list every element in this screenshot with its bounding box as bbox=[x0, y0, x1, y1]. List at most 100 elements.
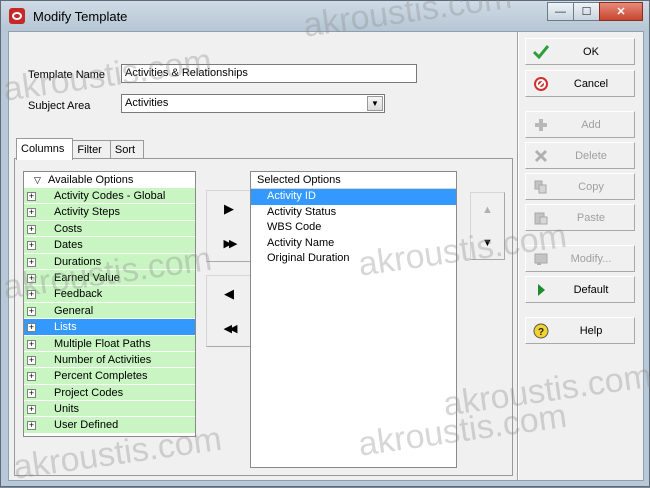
pane-divider bbox=[517, 32, 519, 480]
help-label: Help bbox=[579, 324, 603, 337]
selected-options-header: Selected Options bbox=[251, 172, 456, 189]
template-name-label: Template Name bbox=[28, 69, 106, 81]
move-up-button[interactable]: ▲ bbox=[471, 193, 504, 226]
window-controls: — ☐ ✕ bbox=[547, 2, 643, 22]
remove-selected-button[interactable]: ◀ bbox=[207, 276, 251, 311]
maximize-button[interactable]: ☐ bbox=[573, 2, 600, 21]
selected-options-rows: Activity ID Activity Status WBS Code Activi… bbox=[251, 189, 456, 267]
modify-template-window: Modify Template — ☐ ✕ Template Name Acti… bbox=[0, 0, 650, 487]
template-tabs: Columns Filter Sort bbox=[16, 138, 145, 160]
available-option-row[interactable]: + User Defined bbox=[24, 417, 195, 434]
expand-plus-icon[interactable]: + bbox=[27, 372, 36, 382]
delete-button[interactable]: Delete bbox=[525, 142, 635, 169]
available-option-row[interactable]: + Multiple Float Paths bbox=[24, 335, 195, 352]
subject-area-value: Activities bbox=[125, 97, 169, 109]
collapse-icon[interactable]: ▽ bbox=[34, 172, 48, 188]
available-option-label: Dates bbox=[54, 239, 83, 252]
chevron-down-icon[interactable]: ▼ bbox=[367, 96, 383, 111]
action-buttons-pane: OK Cancel Add Delete Copy Paste Modify..… bbox=[521, 32, 643, 480]
available-options-header[interactable]: ▽ Available Options bbox=[24, 172, 195, 188]
selected-option-row[interactable]: Original Duration bbox=[251, 251, 456, 267]
selected-option-row[interactable]: Activity Name bbox=[251, 236, 456, 252]
available-option-label: Number of Activities bbox=[54, 353, 152, 366]
selected-option-row[interactable]: WBS Code bbox=[251, 220, 456, 236]
subject-area-label: Subject Area bbox=[28, 100, 91, 112]
ok-button[interactable]: OK bbox=[525, 38, 635, 65]
expand-plus-icon[interactable]: + bbox=[27, 339, 36, 349]
selected-options-list[interactable]: Selected Options Activity ID Activity Sta… bbox=[250, 171, 457, 468]
modify-icon bbox=[526, 252, 556, 266]
expand-plus-icon[interactable]: + bbox=[27, 405, 36, 415]
ok-label: OK bbox=[583, 45, 599, 58]
copy-label: Copy bbox=[578, 180, 604, 193]
available-option-label: Earned Value bbox=[54, 271, 120, 284]
available-option-row[interactable]: + Number of Activities bbox=[24, 351, 195, 369]
available-option-label: Multiple Float Paths bbox=[54, 337, 151, 350]
expand-plus-icon[interactable]: + bbox=[27, 192, 36, 201]
default-label: Default bbox=[573, 283, 609, 296]
expand-plus-icon[interactable]: + bbox=[27, 355, 36, 365]
expand-plus-icon[interactable]: + bbox=[27, 257, 36, 267]
delete-label: Delete bbox=[575, 149, 607, 162]
columns-tab-panel: ▽ Available Options + Activity Codes - Glo… bbox=[14, 158, 513, 476]
dialog-body: Template Name Activities & Relationships… bbox=[8, 31, 644, 481]
available-options-list[interactable]: ▽ Available Options + Activity Codes - Glo… bbox=[23, 171, 196, 437]
tab-filter[interactable]: Filter bbox=[72, 140, 111, 160]
add-selected-button[interactable]: ▶ bbox=[207, 191, 251, 226]
available-option-label: Activity Steps bbox=[54, 206, 121, 219]
available-option-row[interactable]: + Costs bbox=[24, 220, 195, 238]
template-name-input[interactable]: Activities & Relationships bbox=[121, 64, 417, 83]
available-option-row[interactable]: + Units bbox=[24, 401, 195, 418]
paste-icon bbox=[526, 211, 556, 225]
help-button[interactable]: ? Help bbox=[525, 317, 635, 344]
available-option-row[interactable]: + Lists bbox=[24, 319, 195, 336]
available-option-row[interactable]: + Durations bbox=[24, 253, 195, 270]
available-option-label: Project Codes bbox=[54, 386, 124, 399]
tab-columns[interactable]: Columns bbox=[16, 138, 74, 160]
expand-plus-icon[interactable]: + bbox=[27, 323, 36, 333]
svg-text:?: ? bbox=[538, 327, 544, 338]
expand-plus-icon[interactable]: + bbox=[27, 421, 36, 431]
selected-option-row[interactable]: Activity ID bbox=[251, 189, 456, 205]
oracle-app-icon bbox=[9, 8, 25, 24]
available-option-label: User Defined bbox=[54, 419, 119, 432]
available-options-rows: + Activity Codes - Global + Activity Steps +… bbox=[24, 188, 195, 434]
subject-area-select[interactable]: Activities ▼ bbox=[121, 94, 385, 113]
add-all-button[interactable]: ▶▶ bbox=[207, 226, 251, 261]
expand-plus-icon[interactable]: + bbox=[27, 224, 36, 234]
available-option-row[interactable]: + Feedback bbox=[24, 286, 195, 303]
tab-sort[interactable]: Sort bbox=[109, 140, 145, 160]
modify-button[interactable]: Modify... bbox=[525, 245, 635, 272]
expand-plus-icon[interactable]: + bbox=[27, 388, 36, 398]
paste-label: Paste bbox=[576, 211, 606, 224]
default-button[interactable]: Default bbox=[525, 276, 635, 303]
cancel-icon bbox=[526, 76, 556, 92]
cancel-button[interactable]: Cancel bbox=[525, 70, 635, 97]
available-option-row[interactable]: + General bbox=[24, 302, 195, 320]
title-bar[interactable]: Modify Template — ☐ ✕ bbox=[1, 1, 649, 31]
copy-button[interactable]: Copy bbox=[525, 173, 635, 200]
expand-plus-icon[interactable]: + bbox=[27, 208, 36, 218]
play-arrow-icon bbox=[526, 283, 556, 297]
copy-icon bbox=[526, 180, 556, 194]
expand-plus-icon[interactable]: + bbox=[27, 273, 36, 283]
move-down-button[interactable]: ▼ bbox=[471, 226, 504, 259]
available-option-row[interactable]: + Activity Codes - Global bbox=[24, 188, 195, 205]
available-option-row[interactable]: + Percent Completes bbox=[24, 368, 195, 385]
add-buttons-group: ▶ ▶▶ bbox=[206, 190, 252, 262]
available-option-row[interactable]: + Activity Steps bbox=[24, 204, 195, 221]
window-title: Modify Template bbox=[33, 9, 128, 24]
expand-plus-icon[interactable]: + bbox=[27, 306, 36, 316]
selected-option-row[interactable]: Activity Status bbox=[251, 205, 456, 221]
expand-plus-icon[interactable]: + bbox=[27, 290, 36, 300]
close-button[interactable]: ✕ bbox=[599, 2, 643, 21]
paste-button[interactable]: Paste bbox=[525, 204, 635, 231]
available-option-row[interactable]: + Project Codes bbox=[24, 384, 195, 402]
checkmark-icon bbox=[526, 44, 556, 59]
remove-all-button[interactable]: ◀◀ bbox=[207, 311, 251, 346]
available-option-row[interactable]: + Dates bbox=[24, 237, 195, 254]
minimize-button[interactable]: — bbox=[547, 2, 574, 21]
available-option-row[interactable]: + Earned Value bbox=[24, 269, 195, 287]
expand-plus-icon[interactable]: + bbox=[27, 241, 36, 251]
add-button[interactable]: Add bbox=[525, 111, 635, 138]
